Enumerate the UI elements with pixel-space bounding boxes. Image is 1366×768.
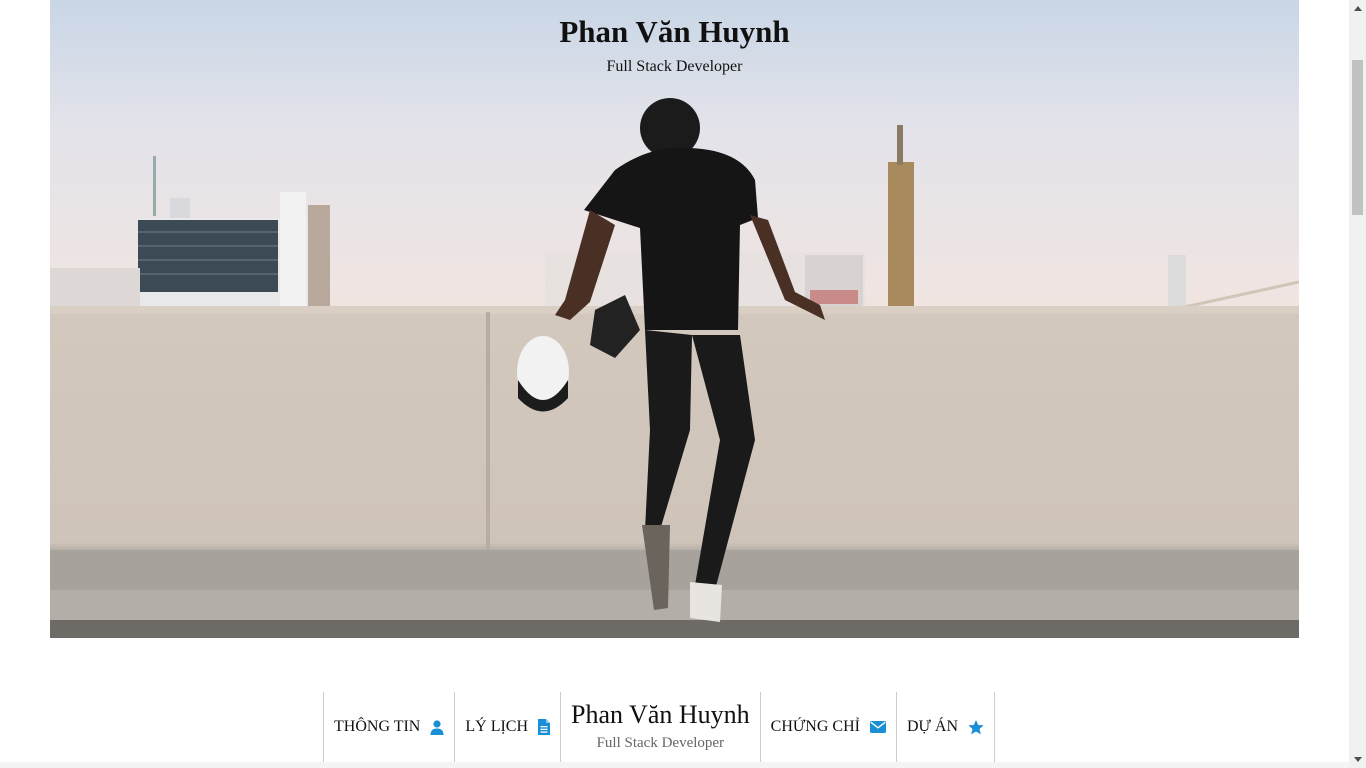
vertical-scrollbar[interactable] xyxy=(1349,0,1366,768)
hero-photo xyxy=(50,98,1299,638)
scrollbar-thumb[interactable] xyxy=(1352,60,1363,215)
hero-subtitle: Full Stack Developer xyxy=(606,58,743,75)
hero-banner: Phan Văn Huynh Full Stack Developer xyxy=(50,0,1299,638)
nav-item-label: THÔNG TIN xyxy=(334,718,421,735)
page: Phan Văn Huynh Full Stack Developer THÔN… xyxy=(0,0,1366,768)
nav-item-label: DỰ ÁN xyxy=(906,718,959,735)
nav-item-thong-tin[interactable]: THÔNG TIN xyxy=(324,692,456,762)
nav-menu: THÔNG TIN LÝ LỊCH Phan Văn Huynh Full St… xyxy=(323,692,996,762)
user-icon xyxy=(430,719,444,735)
document-icon xyxy=(538,719,551,735)
envelope-icon xyxy=(869,721,886,733)
nav-item-chung-chi[interactable]: CHỨNG CHỈ xyxy=(761,692,897,762)
horizontal-scrollbar[interactable] xyxy=(0,762,1349,768)
scroll-down-icon[interactable] xyxy=(1349,751,1366,768)
brand-name: Phan Văn Huynh xyxy=(571,699,750,729)
brand-role: Full Stack Developer xyxy=(596,734,725,751)
nav-item-label: LÝ LỊCH xyxy=(465,718,529,735)
nav-item-du-an[interactable]: DỰ ÁN xyxy=(897,692,996,762)
hero-title: Phan Văn Huynh xyxy=(559,14,790,49)
nav-item-ly-lich[interactable]: LÝ LỊCH xyxy=(455,692,562,762)
nav-item-label: CHỨNG CHỈ xyxy=(770,718,860,735)
scroll-up-icon[interactable] xyxy=(1349,0,1366,17)
main-navigation: THÔNG TIN LÝ LỊCH Phan Văn Huynh Full St… xyxy=(90,692,1260,763)
star-icon xyxy=(968,719,984,735)
nav-brand[interactable]: Phan Văn Huynh Full Stack Developer xyxy=(561,692,761,762)
